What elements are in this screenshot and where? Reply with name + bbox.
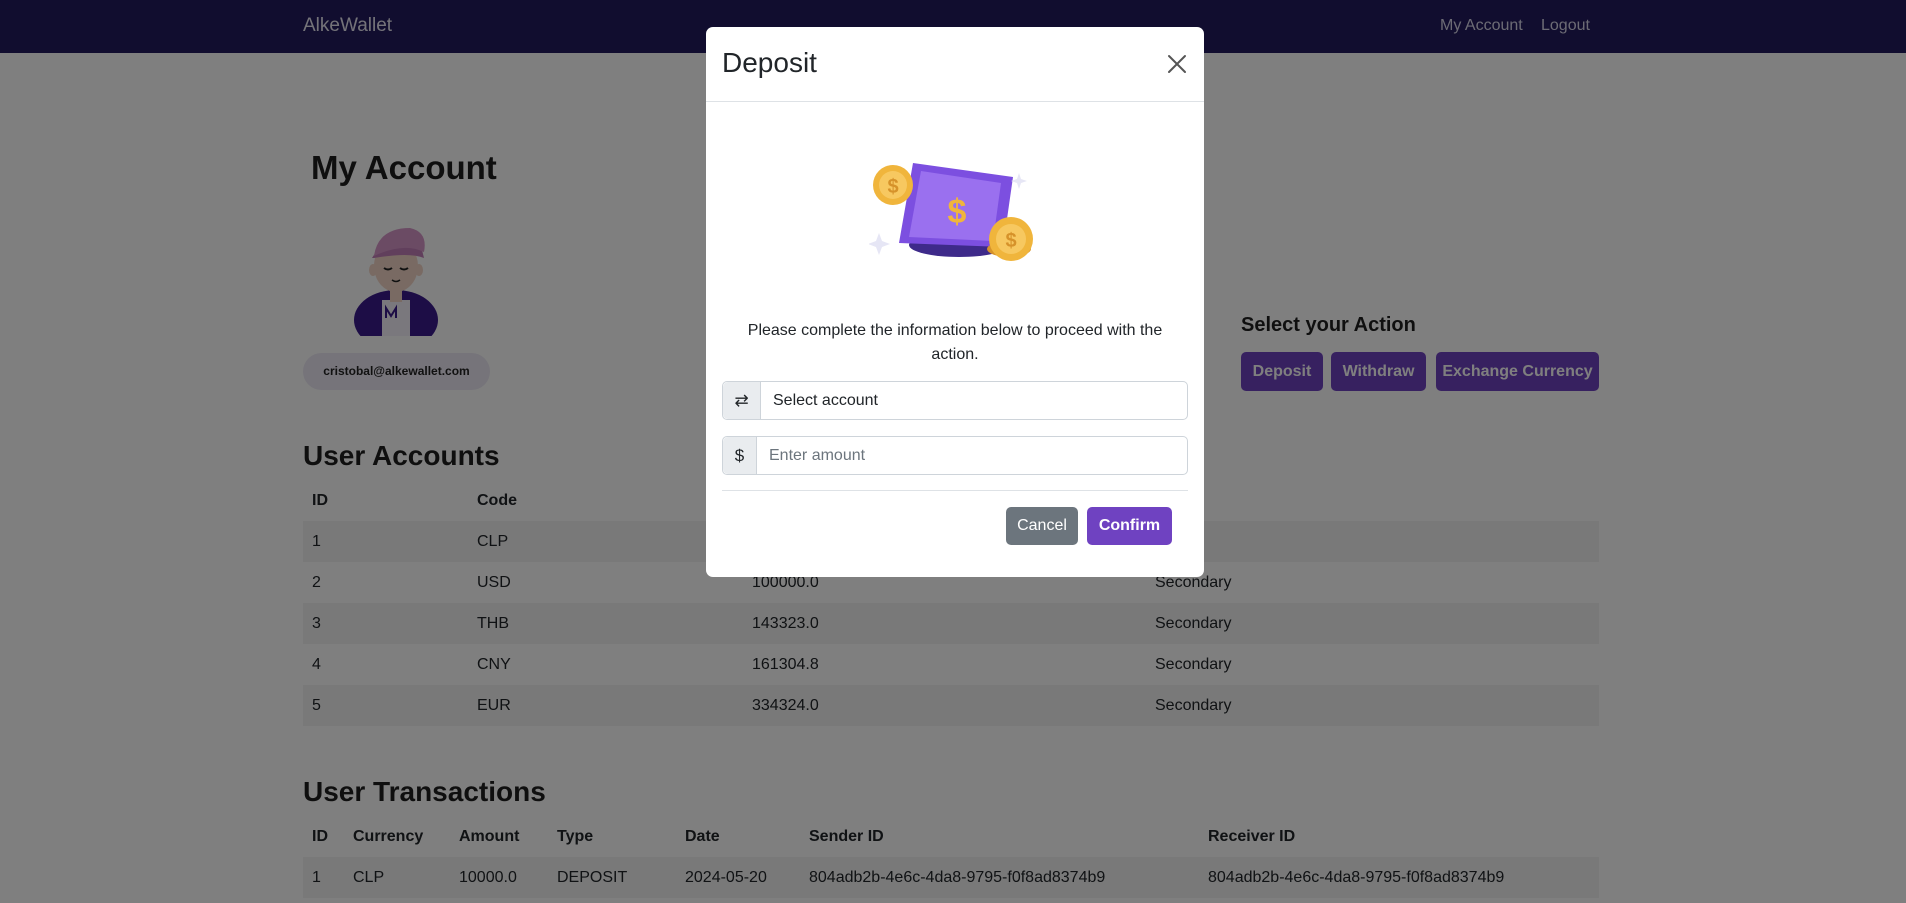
modal-description: Please complete the information below to…: [747, 322, 1163, 363]
account-select[interactable]: ⇄ Select account: [722, 381, 1188, 420]
wallet-coins-illustration: $ $ $: [869, 163, 1033, 261]
close-icon[interactable]: [1165, 52, 1189, 76]
modal-title: Deposit: [722, 47, 817, 78]
deposit-modal: Deposit $ $ $ Please complete the inform…: [706, 27, 1204, 577]
confirm-button[interactable]: Confirm: [1087, 507, 1172, 545]
modal-footer-divider: [722, 490, 1188, 491]
dollar-sign-icon: $: [723, 437, 757, 474]
cancel-button[interactable]: Cancel: [1006, 507, 1078, 545]
amount-input[interactable]: [769, 437, 1169, 474]
arrows-exchange-icon: ⇄: [723, 382, 761, 419]
svg-text:$: $: [1005, 230, 1016, 252]
modal-header: Deposit: [706, 27, 1204, 102]
amount-input-group: $: [722, 436, 1188, 475]
svg-text:$: $: [887, 176, 898, 198]
account-select-value[interactable]: Select account: [773, 382, 878, 419]
svg-text:$: $: [948, 193, 967, 231]
